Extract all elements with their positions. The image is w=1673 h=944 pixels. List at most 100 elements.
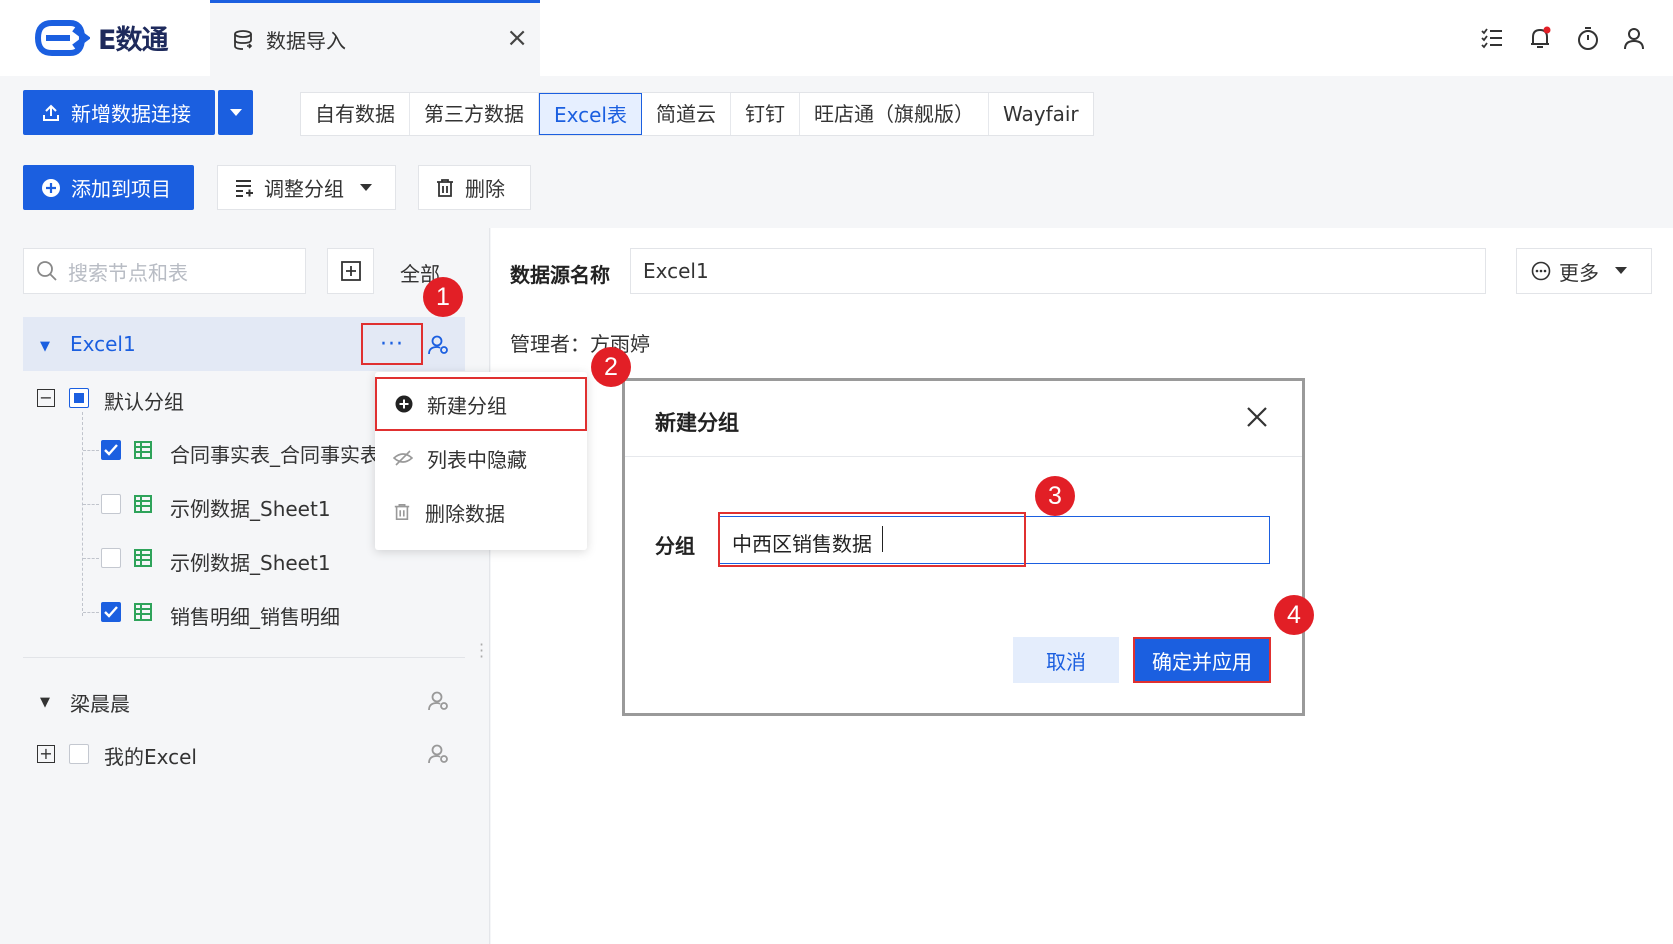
group-checkbox[interactable]	[69, 388, 89, 408]
tree-connector	[83, 504, 99, 505]
plus-circle-icon	[395, 395, 413, 413]
add-to-project-label: 添加到项目	[71, 177, 171, 201]
tab-dingtalk[interactable]: 钉钉	[731, 93, 800, 135]
check-icon	[104, 606, 118, 618]
source-tabs: 自有数据 第三方数据 Excel表 简道云 钉钉 旺店通（旗舰版） Wayfai…	[300, 92, 1094, 136]
step-marker-3: 3	[1035, 476, 1075, 516]
more-label: 更多	[1559, 260, 1599, 285]
caret-down-icon	[1615, 267, 1627, 274]
table-checkbox[interactable]	[101, 602, 121, 622]
sheet-icon	[134, 495, 152, 513]
tab-wangdiantong[interactable]: 旺店通（旗舰版）	[800, 93, 989, 135]
add-to-project-button[interactable]: 添加到项目	[23, 165, 194, 210]
new-connection-button[interactable]: 新增数据连接	[23, 90, 215, 135]
tree-connector	[82, 412, 83, 616]
tab-label: 数据导入	[266, 29, 346, 53]
user-settings-icon[interactable]	[428, 743, 450, 765]
group-field-label: 分组	[655, 534, 695, 558]
table-row[interactable]: 合同事实表_合同事实表	[170, 439, 375, 468]
tree-root-label[interactable]: 梁晨晨	[70, 688, 130, 717]
logo-text: E数通	[98, 25, 168, 56]
expand-group-icon[interactable]: +	[37, 745, 55, 763]
sheet-icon	[134, 549, 152, 567]
sheet-icon	[134, 441, 152, 459]
table-row[interactable]: 示例数据_Sheet1	[170, 493, 331, 522]
table-checkbox[interactable]	[101, 440, 121, 460]
check-icon	[104, 444, 118, 456]
tree-connector	[83, 612, 99, 613]
search-input[interactable]: 搜索节点和表	[23, 248, 306, 294]
dialog-divider	[625, 456, 1302, 457]
eye-off-icon	[393, 450, 413, 466]
plus-square-icon	[340, 261, 361, 281]
resize-handle[interactable]: · · ·	[479, 637, 484, 665]
menu-item-label: 删除数据	[425, 501, 505, 526]
step-marker-1: 1	[423, 277, 463, 317]
timer-icon[interactable]	[1574, 24, 1602, 52]
delete-label: 删除	[465, 177, 505, 201]
app-logo[interactable]: E数通	[30, 18, 168, 57]
tab-excel[interactable]: Excel表	[539, 93, 642, 135]
group-checkbox[interactable]	[69, 744, 89, 764]
more-button[interactable]: 更多	[1516, 248, 1652, 294]
table-checkbox[interactable]	[101, 494, 121, 514]
task-list-icon[interactable]	[1478, 24, 1506, 52]
collapse-arrow-icon[interactable]: ▼	[40, 339, 50, 354]
tab-third-party-data[interactable]: 第三方数据	[410, 93, 539, 135]
caret-down-icon	[229, 108, 242, 116]
bell-icon[interactable]	[1526, 24, 1554, 52]
collapse-arrow-icon[interactable]: ▼	[40, 695, 50, 710]
menu-item-delete-data[interactable]: 删除数据	[375, 485, 587, 539]
close-icon[interactable]: ×	[506, 25, 528, 51]
adjust-group-button[interactable]: 调整分组	[217, 165, 396, 210]
tree-connector	[83, 558, 99, 559]
table-checkbox[interactable]	[101, 548, 121, 568]
user-settings-icon[interactable]	[428, 690, 450, 712]
table-row[interactable]: 销售明细_销售明细	[170, 601, 340, 630]
sheet-icon	[134, 603, 152, 621]
menu-item-label: 列表中隐藏	[427, 447, 527, 472]
logo-icon	[34, 19, 90, 56]
dialog-title: 新建分组	[655, 411, 739, 435]
group-label[interactable]: 默认分组	[104, 386, 184, 415]
more-actions-button[interactable]: ···	[361, 323, 423, 365]
adjust-group-label: 调整分组	[264, 177, 344, 201]
collapse-group-icon[interactable]: −	[37, 389, 55, 407]
trash-icon	[437, 178, 453, 197]
tree-root-label: Excel1	[70, 332, 136, 356]
new-connection-label: 新增数据连接	[71, 102, 191, 126]
confirm-apply-button[interactable]: 确定并应用	[1133, 637, 1271, 683]
datasource-name-label: 数据源名称	[510, 263, 610, 287]
menu-item-new-group[interactable]: 新建分组	[375, 377, 587, 431]
expand-all-button[interactable]	[327, 248, 374, 294]
user-settings-icon[interactable]	[428, 334, 450, 356]
plus-circle-icon	[42, 178, 60, 197]
group-edit-icon	[236, 179, 253, 197]
step-marker-4: 4	[1274, 595, 1314, 635]
admin-label: 管理者：方雨婷	[510, 332, 650, 356]
user-icon[interactable]	[1620, 24, 1648, 52]
table-row[interactable]: 示例数据_Sheet1	[170, 547, 331, 576]
search-placeholder: 搜索节点和表	[68, 260, 188, 285]
delete-button[interactable]: 删除	[418, 165, 531, 210]
menu-item-label: 新建分组	[427, 393, 507, 418]
tab-own-data[interactable]: 自有数据	[301, 93, 410, 135]
search-icon	[37, 261, 57, 281]
upload-icon	[43, 104, 59, 121]
tree-divider	[23, 657, 465, 658]
close-icon[interactable]	[1244, 404, 1270, 430]
tree-connector	[83, 450, 99, 451]
tab-data-import[interactable]: 数据导入 ×	[210, 0, 540, 76]
datasource-name-input[interactable]: Excel1	[630, 248, 1486, 294]
new-connection-dropdown[interactable]	[218, 90, 253, 135]
step-marker-2: 2	[591, 347, 631, 387]
trash-icon	[394, 503, 410, 521]
more-circle-icon	[1531, 261, 1551, 281]
group-name-value: 中西区销售数据	[732, 532, 872, 556]
tab-jiandaoyun[interactable]: 简道云	[642, 93, 731, 135]
menu-item-hide-in-list[interactable]: 列表中隐藏	[375, 431, 587, 485]
tab-wayfair[interactable]: Wayfair	[989, 93, 1093, 135]
cancel-button[interactable]: 取消	[1013, 637, 1119, 683]
caret-down-icon	[360, 183, 372, 191]
group-label[interactable]: 我的Excel	[104, 741, 197, 770]
